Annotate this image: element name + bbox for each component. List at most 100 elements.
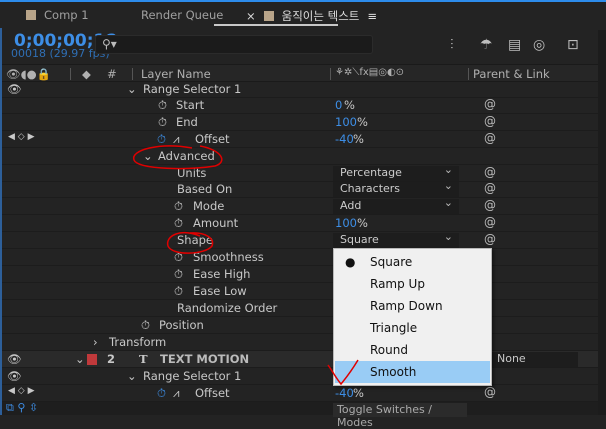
mode-dropdown[interactable]: Add: [333, 196, 459, 214]
stopwatch-icon[interactable]: ⏱: [174, 284, 183, 299]
amount-value[interactable]: 100: [335, 216, 357, 230]
prop-name: Based On: [177, 182, 233, 196]
active-tab-indicator: [214, 24, 338, 26]
checked-bullet-icon: ●: [345, 255, 356, 269]
smoothness-row[interactable]: ⏱ Smoothness: [0, 249, 598, 266]
menu-item-ramp-up[interactable]: Ramp Up: [335, 273, 490, 295]
layer-row[interactable]: 👁 ⌄ 2 T TEXT MOTION None: [0, 351, 598, 368]
prop-name: Amount: [193, 216, 239, 230]
tab-comp-1[interactable]: Comp 1: [26, 8, 89, 22]
range-selector-row-2[interactable]: 👁 ⌄ Range Selector 1: [0, 368, 598, 385]
start-value[interactable]: 0: [335, 98, 342, 112]
stopwatch-icon[interactable]: ⏱: [158, 98, 167, 113]
search-icon: ⚲▾: [102, 37, 117, 51]
chevron-right-icon[interactable]: ›: [93, 335, 98, 349]
stopwatch-icon[interactable]: ⏱: [174, 216, 183, 231]
keyframe-navigator[interactable]: ◀ ◇ ▶: [8, 386, 35, 396]
advanced-row[interactable]: ⌄ Advanced: [0, 148, 598, 165]
tab-render-queue[interactable]: Render Queue: [141, 8, 223, 22]
stopwatch-icon[interactable]: ⏱: [174, 267, 183, 282]
motion-blur-icon[interactable]: ◎: [533, 37, 545, 53]
pickwhip-icon[interactable]: @: [484, 181, 496, 195]
chevron-down-icon[interactable]: ⌄: [143, 149, 153, 163]
units-row[interactable]: Units Percentage @: [0, 163, 598, 182]
unit: %: [357, 216, 368, 230]
pickwhip-icon[interactable]: @: [484, 198, 496, 212]
stopwatch-icon[interactable]: ⏱: [157, 386, 166, 401]
number-column: #: [107, 67, 117, 81]
units-dropdown[interactable]: Percentage: [333, 163, 459, 181]
prop-name: Advanced: [158, 149, 215, 163]
start-row[interactable]: ⏱ Start 0% @: [0, 97, 598, 114]
offset-value[interactable]: -40: [335, 386, 354, 400]
ease-low-row[interactable]: ⏱ Ease Low: [0, 283, 598, 300]
shy-layers-icon[interactable]: ☂: [480, 37, 493, 53]
transform-row[interactable]: › Transform: [0, 334, 598, 351]
stopwatch-icon[interactable]: ⏱: [174, 250, 183, 265]
tab-label: Render Queue: [141, 8, 224, 22]
shape-dropdown[interactable]: Square: [333, 230, 459, 248]
end-value[interactable]: 100: [335, 115, 357, 129]
menu-icon[interactable]: ≡: [367, 9, 377, 23]
based-on-row[interactable]: Based On Characters @: [0, 179, 598, 198]
prop-name: Range Selector 1: [143, 369, 242, 383]
layer-name[interactable]: TEXT MOTION: [160, 352, 249, 366]
pickwhip-icon[interactable]: @: [484, 232, 496, 246]
randomize-row[interactable]: Randomize Order: [0, 300, 598, 317]
offset-row[interactable]: ◀ ◇ ▶ ⏱ ⩘ Offset -40% @: [0, 131, 598, 148]
pickwhip-icon[interactable]: @: [484, 114, 496, 128]
layer-switches-icon[interactable]: ⧉ ⚲ ⇳: [6, 401, 38, 415]
shape-row[interactable]: Shape Square @: [0, 230, 598, 249]
eye-icon[interactable]: 👁: [7, 369, 22, 383]
column-header: 👁◖●🔒 ◆ # Layer Name ⚘✲⟍fx▤◎◐⊙ Parent & L…: [0, 64, 606, 82]
pickwhip-icon[interactable]: @: [484, 97, 496, 111]
menu-item-smooth[interactable]: Smooth: [335, 361, 490, 383]
offset-row-2[interactable]: ◀ ◇ ▶ ⏱ ⩘ Offset -40% @: [0, 385, 598, 402]
keyframe-navigator[interactable]: ◀ ◇ ▶: [8, 132, 35, 142]
search-input[interactable]: ⚲▾: [95, 35, 373, 54]
position-row[interactable]: ⏱ Position: [0, 317, 598, 334]
scrollbar[interactable]: [598, 30, 606, 415]
prop-name: Units: [177, 166, 207, 180]
shape-dropdown-menu: ● Square Ramp Up Ramp Down Triangle Round…: [333, 248, 492, 386]
label-icon: ◆: [82, 67, 91, 81]
unit: %: [353, 386, 364, 400]
prop-name: Range Selector 1: [143, 82, 242, 96]
ease-high-row[interactable]: ⏱ Ease High: [0, 266, 598, 283]
stopwatch-icon[interactable]: ⏱: [141, 318, 150, 333]
menu-item-ramp-down[interactable]: Ramp Down: [335, 295, 490, 317]
range-selector-row[interactable]: 👁 ⌄ Range Selector 1: [0, 81, 598, 98]
parent-dropdown[interactable]: None: [492, 352, 578, 367]
composition-flowchart-icon[interactable]: ⫶: [450, 37, 454, 53]
graph-editor-icon[interactable]: ⊡: [567, 37, 579, 53]
frame-blending-icon[interactable]: ▤: [508, 37, 521, 53]
eye-icon[interactable]: 👁: [7, 352, 22, 366]
pickwhip-icon[interactable]: @: [484, 215, 496, 229]
tab-label: 움직이는 텍스트: [281, 9, 360, 23]
stopwatch-icon[interactable]: ⏱: [157, 132, 166, 147]
graph-icon[interactable]: ⩘: [173, 132, 180, 147]
pickwhip-icon[interactable]: @: [484, 165, 496, 179]
close-icon[interactable]: ×: [246, 9, 256, 23]
graph-icon[interactable]: ⩘: [173, 386, 180, 401]
stopwatch-icon[interactable]: ⏱: [174, 199, 183, 214]
menu-item-square[interactable]: ● Square: [335, 251, 490, 273]
prop-name: Randomize Order: [177, 301, 278, 315]
eye-icon[interactable]: 👁: [7, 82, 22, 96]
offset-value[interactable]: -40: [335, 132, 354, 146]
tab-active-comp[interactable]: × 움직이는 텍스트 ≡: [246, 8, 377, 24]
pickwhip-icon[interactable]: @: [484, 131, 496, 145]
prop-name: Ease Low: [193, 284, 247, 298]
layer-name-column[interactable]: Layer Name: [141, 67, 211, 81]
parent-column[interactable]: Parent & Link: [473, 67, 550, 81]
stopwatch-icon[interactable]: ⏱: [158, 115, 167, 130]
label-color[interactable]: [87, 354, 97, 365]
menu-item-triangle[interactable]: Triangle: [335, 317, 490, 339]
pickwhip-icon[interactable]: @: [484, 385, 496, 399]
mode-row[interactable]: ⏱ Mode Add @: [0, 196, 598, 215]
end-row[interactable]: ⏱ End 100% @: [0, 114, 598, 131]
prop-name: Transform: [109, 335, 167, 349]
based-on-dropdown[interactable]: Characters: [333, 179, 459, 197]
menu-item-round[interactable]: Round: [335, 339, 490, 361]
amount-row[interactable]: ⏱ Amount 100% @: [0, 215, 598, 232]
